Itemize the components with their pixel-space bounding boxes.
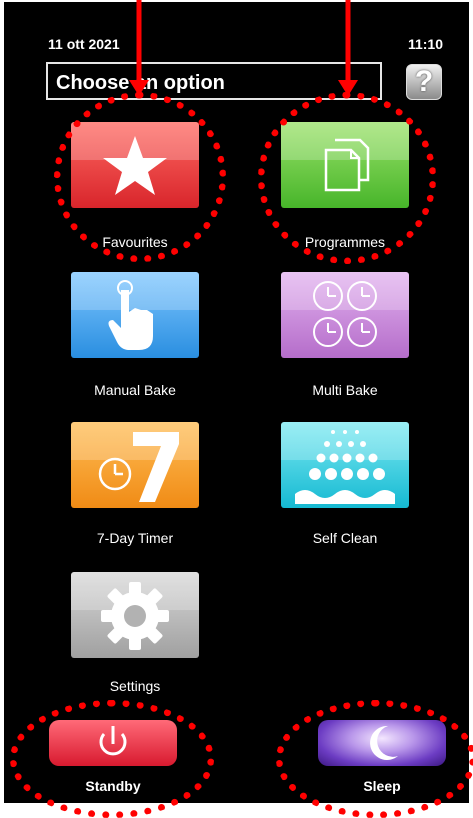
question-icon: ? [414,65,434,98]
multi-bake-button[interactable] [281,272,409,358]
seven-timer-icon [98,432,179,502]
hand-pointer-icon [108,280,153,350]
settings-button[interactable] [71,572,199,658]
seven-day-timer-label: 7-Day Timer [96,530,174,546]
clocks-icon [313,281,377,347]
seven-day-timer-button[interactable] [71,422,199,508]
annotation-ring-programmes [258,92,436,264]
gear-icon [101,582,169,650]
annotation-ring-standby [10,700,214,818]
manual-bake-label: Manual Bake [94,382,176,398]
water-spray-icon [295,430,395,504]
self-clean-label: Self Clean [312,530,378,546]
self-clean-button[interactable] [281,422,409,508]
annotation-ring-favourites [54,92,226,262]
status-time: 11:10 [407,36,443,52]
settings-label: Settings [109,678,161,694]
manual-bake-button[interactable] [71,272,199,358]
status-date: 11 ott 2021 [48,36,120,52]
multi-bake-label: Multi Bake [312,382,378,398]
help-button[interactable]: ? [406,64,442,100]
annotation-ring-sleep [276,700,473,818]
